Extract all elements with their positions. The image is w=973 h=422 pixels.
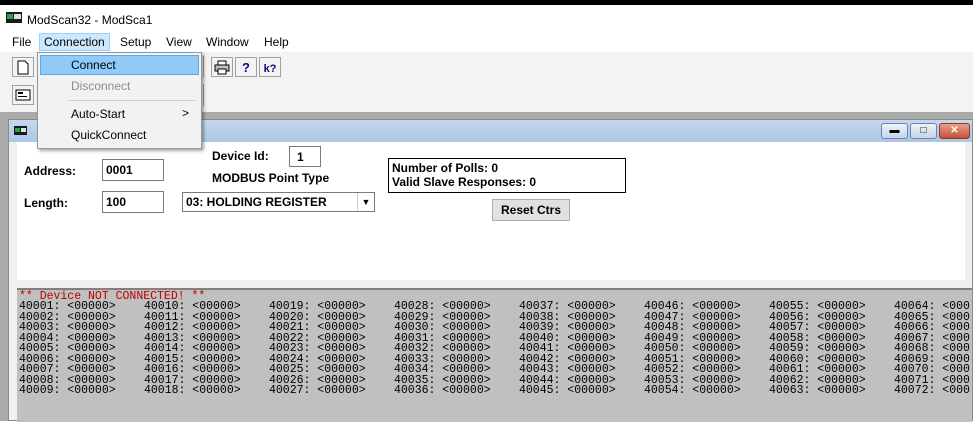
register-row: 40009: <00000> 40018: <00000> 40027: <0000… xyxy=(19,384,972,397)
app-title: ModScan32 - ModSca1 xyxy=(27,13,153,27)
connection-dropdown: Connect Disconnect Auto-Start > QuickCon… xyxy=(37,52,202,149)
new-document-icon xyxy=(17,60,29,75)
register-cell: 40027: <00000> xyxy=(269,384,366,397)
device-id-input[interactable]: 1 xyxy=(289,146,321,167)
menu-item-connect[interactable]: Connect xyxy=(40,55,199,75)
menu-item-connect-label: Connect xyxy=(71,58,116,72)
print-button[interactable] xyxy=(211,57,233,77)
point-type-value: 03: HOLDING REGISTER xyxy=(186,195,327,209)
length-label: Length: xyxy=(24,196,68,210)
menu-item-disconnect-label: Disconnect xyxy=(71,79,131,93)
menu-item-quickconnect[interactable]: QuickConnect xyxy=(40,125,199,145)
print-icon xyxy=(214,60,230,75)
submenu-arrow-icon: > xyxy=(181,106,189,120)
poll-counters-box: Number of Polls: 0 Valid Slave Responses… xyxy=(388,158,626,193)
context-help-button[interactable]: k? xyxy=(259,57,281,77)
context-help-icon: k? xyxy=(264,63,277,75)
help-icon: ? xyxy=(242,60,250,75)
register-display: ** Device NOT CONNECTED! ** 40001: <0000… xyxy=(17,288,972,422)
svg-text:k?: k? xyxy=(264,63,277,75)
valid-responses-count: Valid Slave Responses: 0 xyxy=(392,175,537,189)
window-controls: ▬ □ ✕ xyxy=(879,123,970,139)
display-mode-button[interactable] xyxy=(12,85,34,105)
menu-item-disconnect: Disconnect xyxy=(40,76,199,96)
polls-count: Number of Polls: 0 xyxy=(392,161,499,175)
menu-help[interactable]: Help xyxy=(264,35,289,49)
menubar: File Connection Setup View Window Help xyxy=(0,32,973,52)
menu-item-auto-start[interactable]: Auto-Start > xyxy=(40,104,199,124)
point-type-label: MODBUS Point Type xyxy=(212,171,330,185)
register-cell: 40009: <00000> xyxy=(19,384,116,397)
address-label: Address: xyxy=(24,164,77,178)
svg-text:?: ? xyxy=(242,60,250,75)
register-cell: 40045: <00000> xyxy=(519,384,616,397)
menu-file[interactable]: File xyxy=(12,35,31,49)
toolbar-separator xyxy=(203,56,204,78)
document-icon xyxy=(14,126,27,135)
menu-item-auto-start-label: Auto-Start xyxy=(71,107,126,121)
menu-view[interactable]: View xyxy=(166,35,192,49)
close-icon: ✕ xyxy=(950,125,959,136)
length-input[interactable]: 100 xyxy=(102,191,164,213)
address-input[interactable]: 0001 xyxy=(102,159,164,181)
close-button[interactable]: ✕ xyxy=(939,123,970,139)
register-cell: 40054: <00000> xyxy=(644,384,741,397)
menu-item-quickconnect-label: QuickConnect xyxy=(71,128,147,142)
help-button[interactable]: ? xyxy=(235,57,257,77)
register-cell: 40072: <000 xyxy=(894,384,970,397)
reset-counters-button[interactable]: Reset Ctrs xyxy=(492,199,570,221)
device-id-label: Device Id: xyxy=(212,149,269,163)
display-icon xyxy=(15,89,31,101)
app-titlebar: ModScan32 - ModSca1 xyxy=(0,5,973,32)
restore-button[interactable]: □ xyxy=(910,123,937,139)
minimize-button[interactable]: ▬ xyxy=(881,123,908,139)
restore-icon: □ xyxy=(920,125,927,136)
menu-window[interactable]: Window xyxy=(206,35,249,49)
menu-connection[interactable]: Connection xyxy=(39,33,110,51)
point-type-select[interactable]: 03: HOLDING REGISTER ▼ xyxy=(182,192,375,212)
register-rows: 40001: <00000> 40010: <00000> 40019: <0000… xyxy=(19,301,972,397)
menu-setup[interactable]: Setup xyxy=(120,35,151,49)
new-document-button[interactable] xyxy=(12,57,34,77)
document-window: ▬ □ ✕ Address: 0001 Length: 100 Device I… xyxy=(8,119,973,422)
register-cell: 40018: <00000> xyxy=(144,384,241,397)
app-icon xyxy=(6,12,22,23)
minimize-icon: ▬ xyxy=(889,125,900,136)
chevron-down-icon: ▼ xyxy=(357,193,374,211)
toolbar-separator-2 xyxy=(203,84,204,106)
menu-separator xyxy=(68,100,196,101)
register-cell: 40036: <00000> xyxy=(394,384,491,397)
poll-settings-form: Address: 0001 Length: 100 Device Id: 1 M… xyxy=(17,142,965,280)
register-cell: 40063: <00000> xyxy=(769,384,866,397)
